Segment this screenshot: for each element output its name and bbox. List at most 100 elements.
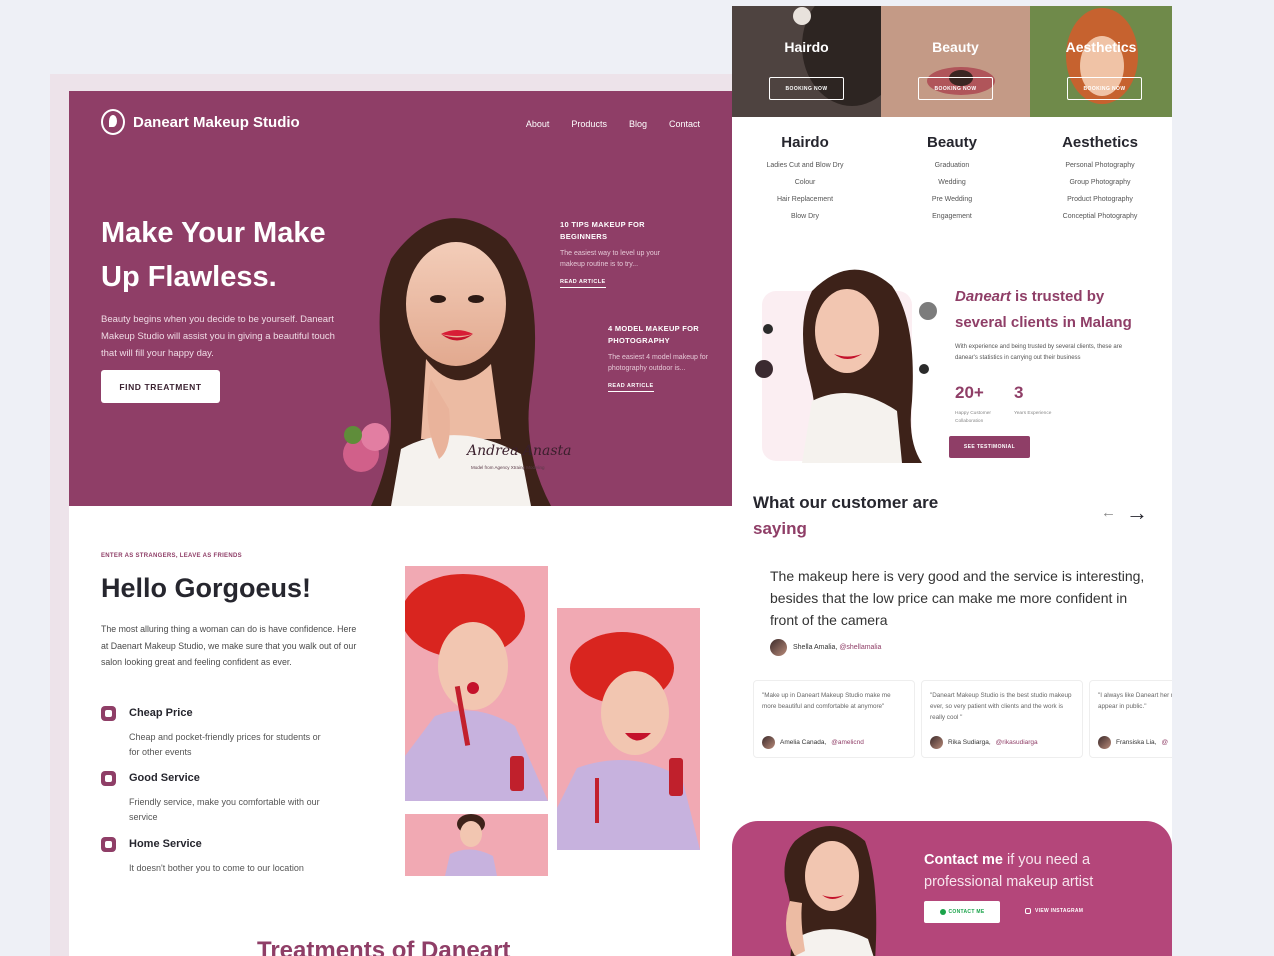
testimonial-card: "I always like Daneart her makeup can ma…	[1089, 680, 1172, 758]
trusted-title: Daneart is trusted by several clients in…	[955, 284, 1155, 336]
read-article-link[interactable]: READ ARTICLE	[608, 383, 654, 392]
testimonial-card: "Make up in Daneart Makeup Studio make m…	[753, 680, 915, 758]
testimonials-title-accent: saying	[753, 519, 807, 538]
model-caption: Model from Agency Xtraing Modeling	[471, 465, 545, 470]
nav-link-contact[interactable]: Contact	[669, 119, 700, 129]
service-item[interactable]: Colour	[740, 174, 870, 191]
service-item[interactable]: Personal Photography	[1035, 157, 1165, 174]
whatsapp-icon	[939, 909, 946, 915]
view-instagram-label: VIEW INSTAGRAM	[1035, 908, 1084, 914]
author-name: Shella Amalia, @shellamalia	[793, 644, 881, 651]
avatar	[930, 736, 943, 749]
trusted-description: With experience and being trusted by sev…	[955, 344, 1123, 361]
about-description: The most alluring thing a woman can do i…	[101, 624, 357, 667]
see-testimonial-button[interactable]: SEE TESTIMONIAL	[949, 436, 1030, 458]
contact-me-label: CONTACT ME	[948, 909, 985, 915]
author-handle[interactable]: @shellamalia	[839, 644, 881, 651]
featured-testimonial-author: Shella Amalia, @shellamalia	[770, 639, 881, 656]
banner-beauty: Beauty BOOKING NOW	[881, 6, 1030, 117]
gallery-photo-smile	[557, 608, 700, 850]
testimonial-author: Fransiska Lia, @	[1098, 736, 1172, 749]
feature-title: Home Service	[129, 838, 202, 850]
trusted-brand: Daneart	[955, 288, 1011, 305]
service-item[interactable]: Conceptial Photography	[1035, 208, 1165, 225]
banner-hairdo: Hairdo BOOKING NOW	[732, 6, 881, 117]
service-item[interactable]: Wedding	[887, 174, 1017, 191]
arrow-left-icon[interactable]: ←	[1101, 504, 1116, 521]
nav-menu: About Products Blog Contact	[526, 119, 700, 129]
contact-me-button[interactable]: CONTACT ME	[924, 901, 1000, 923]
model-signature: Andrea Anastasia	[465, 443, 571, 459]
service-item[interactable]: Pre Wedding	[887, 191, 1017, 208]
logo[interactable]: Daneart Makeup Studio	[101, 109, 300, 135]
service-item[interactable]: Product Photography	[1035, 191, 1165, 208]
article-title: 10 TIPS MAKEUP FOR BEGINNERS	[560, 220, 645, 241]
gallery-photo-small	[405, 814, 548, 876]
author-handle[interactable]: @	[1161, 739, 1168, 746]
article-card-photography: 4 MODEL MAKEUP FOR PHOTOGRAPHY The easie…	[608, 323, 708, 392]
service-item[interactable]: Group Photography	[1035, 174, 1165, 191]
service-item[interactable]: Engagement	[887, 208, 1017, 225]
avatar	[770, 639, 787, 656]
hero-section: Daneart Makeup Studio About Products Blo…	[69, 91, 732, 506]
author-name: Amelia Canada,	[780, 739, 827, 746]
nav-link-products[interactable]: Products	[571, 119, 607, 129]
stat-years-label: Years Experience	[1014, 411, 1052, 416]
service-item[interactable]: Graduation	[887, 157, 1017, 174]
avatar	[1098, 736, 1111, 749]
hero-model-photo: Andrea Anastasia Model from Agency Xtrai…	[343, 218, 571, 506]
arrow-right-icon[interactable]: →	[1126, 500, 1148, 526]
contact-model-photo	[784, 826, 877, 956]
service-item[interactable]: Ladies Cut and Blow Dry	[740, 157, 870, 174]
service-column-aesthetics: Aesthetics Personal Photography Group Ph…	[1035, 134, 1165, 225]
banner-title: Beauty	[932, 39, 979, 55]
heart-icon	[101, 771, 116, 786]
contact-title: Contact me if you need a professional ma…	[924, 849, 1144, 893]
feature-title: Cheap Price	[129, 707, 193, 719]
brand-name: Daneart Makeup Studio	[133, 113, 300, 131]
banner-beauty-image	[881, 6, 1030, 117]
author-name: Fransiska Lia,	[1116, 739, 1157, 746]
author-handle[interactable]: @rikasudiarga	[996, 739, 1038, 746]
testimonial-text: "Make up in Daneart Makeup Studio make m…	[762, 692, 891, 710]
article-card-tips: 10 TIPS MAKEUP FOR BEGINNERS The easiest…	[560, 219, 660, 288]
service-column-beauty: Beauty Graduation Wedding Pre Wedding En…	[887, 134, 1017, 225]
hero-title: Make Your Make Up Flawless.	[101, 217, 326, 293]
stat-customers-value: 20+	[955, 383, 984, 402]
read-article-link[interactable]: READ ARTICLE	[560, 279, 606, 288]
about-title: Hello Gorgoeus!	[101, 573, 312, 603]
service-title: Beauty	[926, 134, 978, 151]
testimonial-text: "I always like Daneart her makeup can ma…	[1098, 692, 1172, 710]
featured-testimonial-quote: The makeup here is very good and the ser…	[770, 568, 1145, 628]
home-icon	[101, 837, 116, 852]
service-item[interactable]: Blow Dry	[740, 208, 870, 225]
hero-description: Beauty begins when you decide to be your…	[101, 314, 335, 359]
feature-description: Friendly service, make you comfortable w…	[129, 797, 320, 822]
booking-now-button[interactable]: BOOKING NOW	[1067, 77, 1142, 100]
booking-now-button[interactable]: BOOKING NOW	[769, 77, 844, 100]
feature-title: Good Service	[129, 772, 200, 784]
about-eyebrow: ENTER AS STRANGERS, LEAVE AS FRIENDS	[101, 553, 242, 559]
service-title: Aesthetics	[1062, 134, 1138, 151]
view-instagram-link[interactable]: VIEW INSTAGRAM	[1025, 908, 1083, 914]
feature-description: It doesn't bother you to come to our loc…	[129, 863, 304, 873]
author-name-text: Shella Amalia,	[793, 644, 840, 651]
stat-customers-label: Happy Customer Collaboration	[955, 411, 991, 424]
landing-page-right: Hairdo BOOKING NOW Beauty BOOKING NOW Ae…	[732, 6, 1172, 956]
testimonial-author: Rika Sudiarga, @rikasudiarga	[930, 736, 1074, 749]
testimonial-author: Amelia Canada, @amelicnd	[762, 736, 906, 749]
article-excerpt: The easiest 4 model makeup for photograp…	[608, 354, 708, 372]
service-item[interactable]: Hair Replacement	[740, 191, 870, 208]
author-handle[interactable]: @amelicnd	[831, 739, 864, 746]
trusted-model-photo	[755, 269, 937, 463]
banner-hairdo-image	[732, 6, 881, 117]
nav-link-about[interactable]: About	[526, 119, 550, 129]
feature-description: Cheap and pocket-friendly prices for stu…	[129, 732, 321, 757]
nav-link-blog[interactable]: Blog	[629, 119, 647, 129]
booking-now-button[interactable]: BOOKING NOW	[918, 77, 993, 100]
find-treatment-button[interactable]: FIND TREATMENT	[101, 370, 220, 403]
author-name: Rika Sudiarga,	[948, 739, 991, 746]
avatar	[762, 736, 775, 749]
stat-years-value: 3	[1014, 383, 1024, 402]
contact-title-bold: Contact me	[924, 852, 1003, 868]
